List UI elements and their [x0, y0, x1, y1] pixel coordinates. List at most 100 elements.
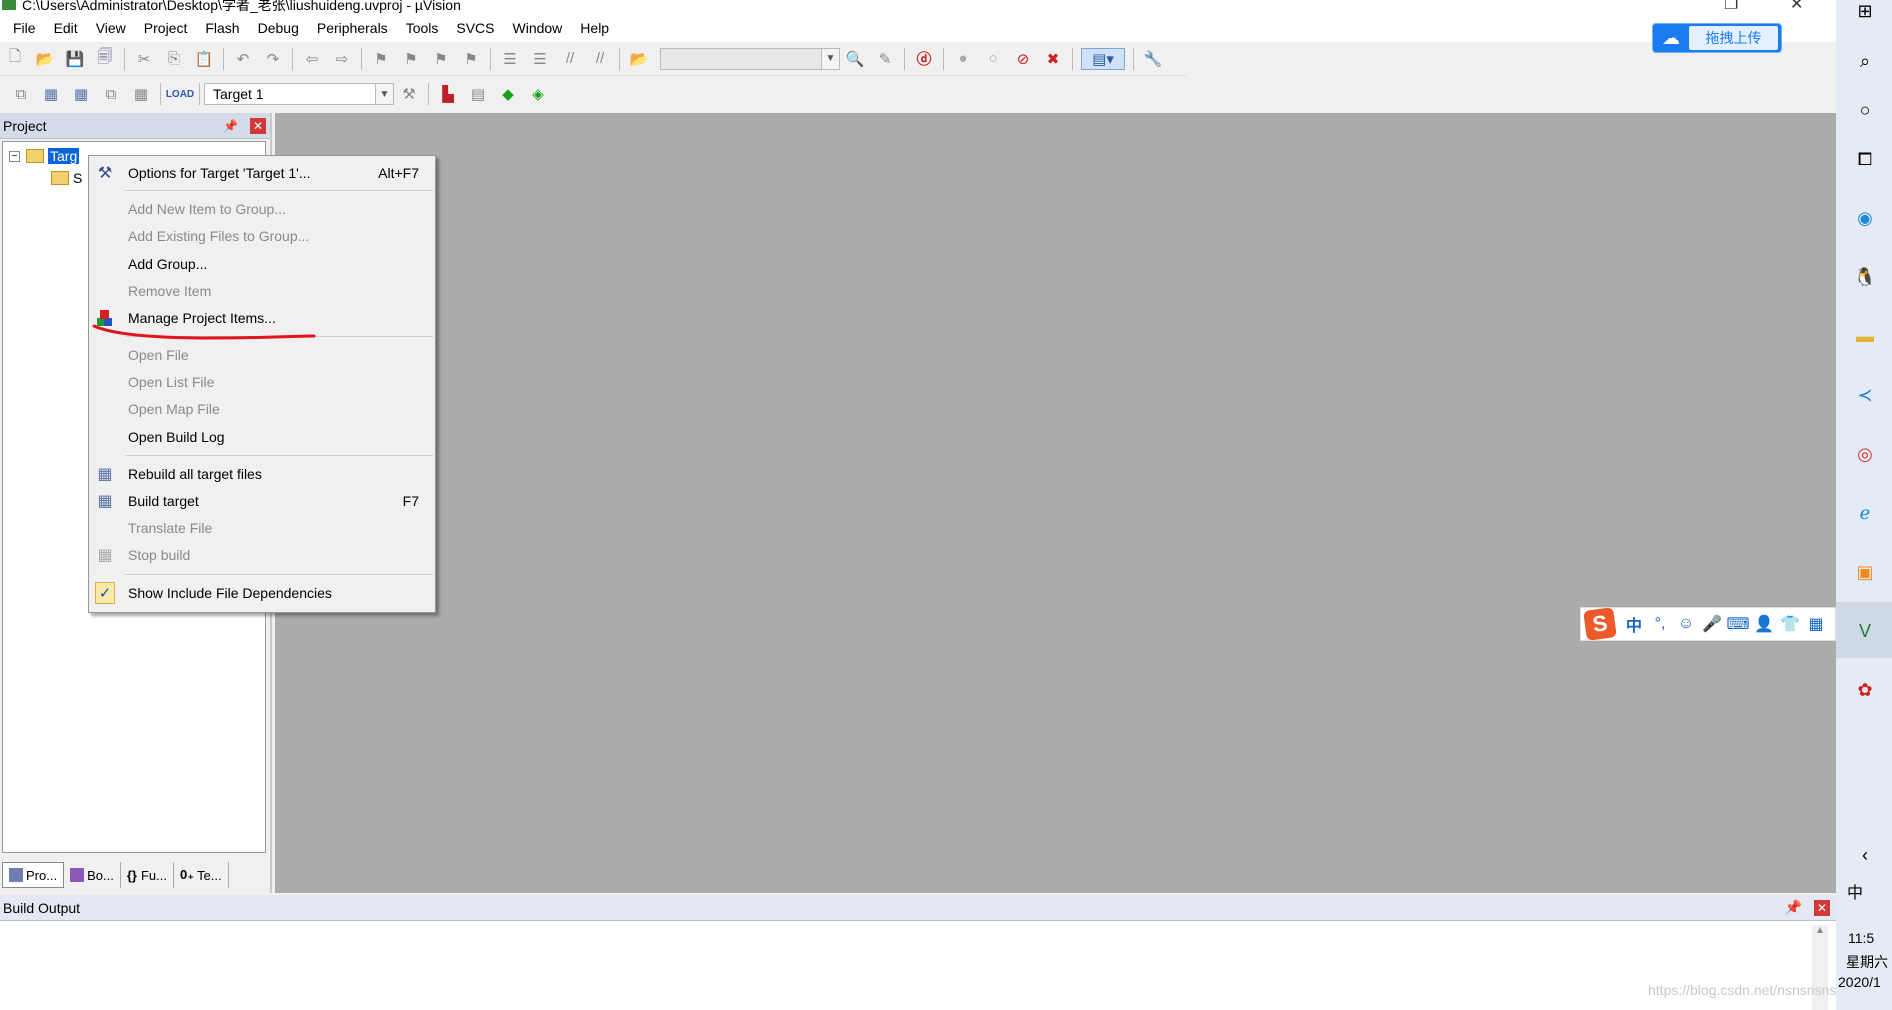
menu-item-add-new-item[interactable]: Add New Item to Group... — [89, 196, 435, 222]
menu-item-add-existing-files[interactable]: Add Existing Files to Group... — [89, 223, 435, 249]
breakpoint-icon[interactable]: ● — [952, 48, 974, 70]
toolbox-icon[interactable]: ▦ — [1803, 611, 1829, 637]
find-combo[interactable]: ▼ — [660, 47, 840, 70]
rebuild-icon[interactable]: ▦ — [70, 83, 92, 105]
collapse-icon[interactable]: − — [9, 150, 20, 162]
breakpoint-disable-icon[interactable]: ○ — [982, 48, 1004, 70]
save-all-icon[interactable]: 🗐 — [94, 48, 116, 70]
menu-item-build-target[interactable]: ▦ Build target F7 — [89, 488, 435, 514]
chevron-down-icon[interactable]: ▼ — [375, 84, 393, 104]
restore-icon[interactable]: ❐ — [1724, 0, 1738, 14]
menu-edit[interactable]: Edit — [45, 14, 87, 42]
menu-debug[interactable]: Debug — [249, 14, 308, 42]
vscode-icon[interactable]: ≺ — [1850, 380, 1880, 410]
menu-item-open-list-file[interactable]: Open List File — [89, 369, 435, 395]
tab-books[interactable]: Bo... — [64, 862, 121, 888]
menu-project[interactable]: Project — [135, 14, 197, 42]
microphone-icon[interactable]: 🎤 — [1699, 611, 1725, 637]
target-options-icon[interactable]: ⚒ — [398, 83, 420, 105]
bookmark-icon[interactable]: ⚑ — [370, 48, 392, 70]
copy-icon[interactable]: ⎘ — [163, 48, 185, 70]
menu-item-remove-item[interactable]: Remove Item — [89, 278, 435, 304]
menu-file[interactable]: File — [4, 14, 45, 42]
qq-icon[interactable]: 🐧 — [1850, 262, 1880, 292]
emoji-icon[interactable]: ☺ — [1673, 611, 1699, 637]
upload-button[interactable]: ☁ 拖拽上传 — [1652, 23, 1782, 53]
ime-indicator[interactable]: 中 — [1840, 876, 1870, 906]
find-in-files-icon[interactable]: 📂 — [628, 48, 650, 70]
breakpoint-kill-all-icon[interactable]: ✖ — [1042, 48, 1064, 70]
manage-runtime-icon[interactable]: ◈ — [527, 83, 549, 105]
chevron-down-icon[interactable]: ▼ — [821, 48, 839, 69]
menu-item-show-include-deps[interactable]: ✓ Show Include File Dependencies — [89, 580, 435, 606]
menu-tools[interactable]: Tools — [397, 14, 448, 42]
menu-item-rebuild-all[interactable]: ▦ Rebuild all target files — [89, 461, 435, 487]
unindent-icon[interactable]: ☰ — [529, 48, 551, 70]
pin-icon[interactable]: 📌 — [1785, 899, 1802, 916]
ime-punct-label[interactable]: °, — [1647, 611, 1673, 637]
tab-project[interactable]: Pro... — [2, 862, 65, 888]
configure-icon[interactable]: 🔧 — [1142, 48, 1164, 70]
search-icon[interactable]: ⌕ — [1850, 46, 1880, 76]
breakpoint-disable-all-icon[interactable]: ⊘ — [1012, 48, 1034, 70]
manage-multi-project-icon[interactable]: ▤ — [467, 83, 489, 105]
menu-item-add-group[interactable]: Add Group... — [89, 251, 435, 277]
app-icon[interactable]: ▣ — [1850, 557, 1880, 587]
download-icon[interactable]: LOAD — [166, 83, 194, 105]
skin-icon[interactable]: 👕 — [1777, 611, 1803, 637]
tree-item-source-group[interactable]: S — [51, 170, 82, 186]
save-icon[interactable]: 💾 — [64, 48, 86, 70]
debug-session-icon[interactable]: ⓓ — [913, 48, 935, 70]
translate-icon[interactable]: ⧉ — [10, 83, 32, 105]
comment-icon[interactable]: // — [559, 48, 581, 70]
uncomment-icon[interactable]: // — [589, 48, 611, 70]
clock-time[interactable]: 11:5 — [1848, 930, 1874, 946]
sogou-logo-icon[interactable]: S — [1583, 607, 1617, 641]
menu-item-open-file[interactable]: Open File — [89, 342, 435, 368]
cut-icon[interactable]: ✂ — [133, 48, 155, 70]
user-icon[interactable]: 👤 — [1751, 611, 1777, 637]
menu-item-open-build-log[interactable]: Open Build Log — [89, 424, 435, 450]
undo-icon[interactable]: ↶ — [232, 48, 254, 70]
chrome-icon[interactable]: ◎ — [1850, 439, 1880, 469]
target-select[interactable]: Target 1 ▼ — [204, 83, 394, 105]
bookmark-next-icon[interactable]: ⚑ — [430, 48, 452, 70]
pin-icon[interactable]: 📌 — [223, 119, 238, 133]
close-icon[interactable]: ✕ — [250, 117, 266, 134]
menu-window[interactable]: Window — [504, 14, 572, 42]
menu-help[interactable]: Help — [571, 14, 618, 42]
menu-item-stop-build[interactable]: ▦ Stop build — [89, 542, 435, 568]
incremental-find-icon[interactable]: ✎ — [874, 48, 896, 70]
build-icon[interactable]: ▦ — [40, 83, 62, 105]
new-file-icon[interactable]: 🗋 — [4, 48, 26, 70]
paste-icon[interactable]: 📋 — [193, 48, 215, 70]
keyboard-icon[interactable]: ⌨ — [1725, 611, 1751, 637]
find-icon[interactable]: 🔍 — [844, 48, 866, 70]
menu-item-open-map-file[interactable]: Open Map File — [89, 396, 435, 422]
menu-svcs[interactable]: SVCS — [447, 14, 503, 42]
tab-templates[interactable]: 0₊ Te... — [174, 862, 229, 888]
edge-icon[interactable]: ◉ — [1850, 203, 1880, 233]
clock-date[interactable]: 2020/1 — [1838, 974, 1881, 990]
tab-functions[interactable]: {} Fu... — [121, 862, 174, 888]
nav-forward-icon[interactable]: ⇨ — [331, 48, 353, 70]
cortana-icon[interactable]: ○ — [1850, 95, 1880, 125]
batch-build-icon[interactable]: ⧉ — [100, 83, 122, 105]
keil-icon[interactable]: V — [1850, 616, 1880, 646]
bookmark-prev-icon[interactable]: ⚑ — [400, 48, 422, 70]
close-icon[interactable]: ✕ — [1790, 0, 1803, 14]
task-view-icon[interactable]: ⧠ — [1850, 144, 1880, 174]
app2-icon[interactable]: ✿ — [1850, 675, 1880, 705]
stop-build-icon[interactable]: ▦ — [130, 83, 152, 105]
open-file-icon[interactable]: 📂 — [34, 48, 56, 70]
ime-mode-label[interactable]: 中 — [1621, 611, 1647, 637]
clock-weekday[interactable]: 星期六 — [1846, 952, 1888, 972]
tree-item-target[interactable]: − Targ — [9, 148, 80, 164]
windows-icon[interactable]: ⊞ — [1850, 0, 1880, 26]
menu-item-translate-file[interactable]: Translate File — [89, 515, 435, 541]
nav-back-icon[interactable]: ⇦ — [301, 48, 323, 70]
menu-flash[interactable]: Flash — [196, 14, 248, 42]
menu-view[interactable]: View — [87, 14, 135, 42]
file-explorer-icon[interactable]: ▬ — [1850, 321, 1880, 351]
menu-item-options-for-target[interactable]: ⚒ Options for Target 'Target 1'... Alt+F… — [89, 160, 435, 186]
